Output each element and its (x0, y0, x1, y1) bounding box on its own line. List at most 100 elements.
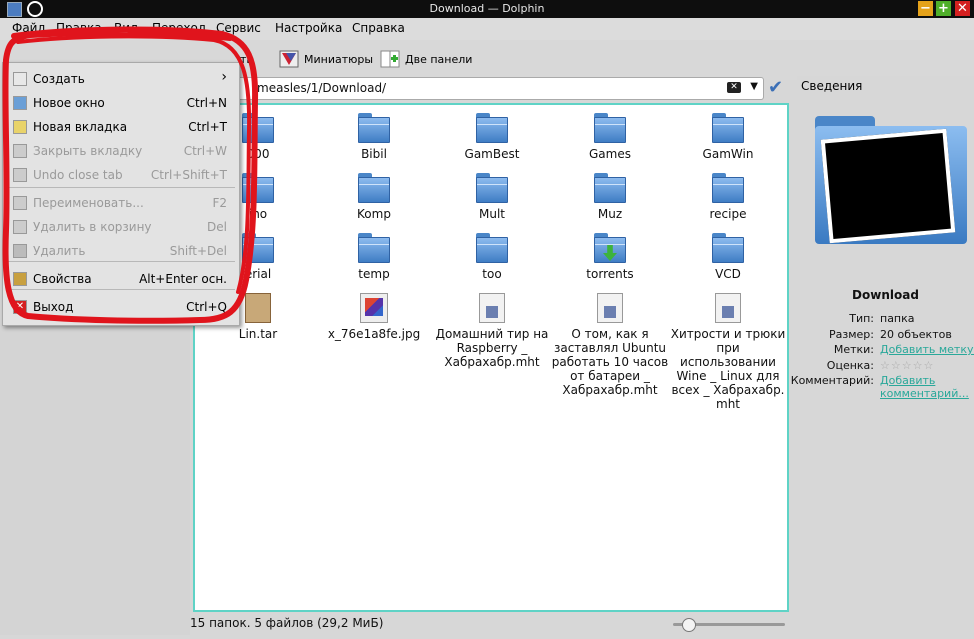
folder-icon (712, 173, 744, 203)
preview-button[interactable]: Миниатюры (279, 48, 373, 70)
split-view-label: Две панели (405, 52, 473, 66)
file-menu-item-4: Undo close tab Ctrl+Shift+T (3, 165, 239, 185)
menu-edit[interactable]: Правка (56, 21, 102, 35)
info-size-label: Размер: (829, 328, 874, 341)
file-menu-item-3: Закрыть вкладку Ctrl+W (3, 141, 239, 161)
menu-separator (7, 187, 235, 188)
menu-file[interactable]: Файл (12, 21, 45, 35)
info-rating-label: Оценка: (826, 359, 874, 372)
image-file-icon (360, 293, 388, 323)
file-name: recipe (709, 207, 747, 221)
file-item[interactable]: x_76e1a8fe.jpg (315, 293, 433, 341)
file-menu-label: Свойства (33, 272, 92, 286)
menu-separator (7, 289, 235, 290)
file-menu-label: Выход (33, 300, 74, 314)
file-menu-label: Переименовать... (33, 196, 144, 210)
file-menu-shortcut: Shift+Del (169, 244, 227, 258)
chevron-down-icon[interactable]: ▼ (750, 81, 758, 92)
folder-icon (594, 113, 626, 143)
file-name: Lin.tar (238, 327, 278, 341)
file-menu-shortcut: Ctrl+Shift+T (150, 168, 227, 182)
file-menu-shortcut: Alt+Enter осн. (139, 272, 227, 286)
file-name: temp (358, 267, 390, 281)
menubar: Файл Правка Вид Переход Сервис Настройка… (0, 18, 974, 40)
clear-location-icon[interactable]: ✕ (727, 82, 741, 93)
file-menu-shortcut: F2 (212, 196, 227, 210)
folder-preview (815, 116, 967, 244)
file-item[interactable]: too (433, 233, 551, 281)
file-menu-item-1[interactable]: Новое окно Ctrl+N (3, 93, 239, 113)
file-item[interactable]: О том, как я заставлял Ubuntu работать 1… (551, 293, 669, 397)
folder-icon (476, 113, 508, 143)
file-name: Muz (597, 207, 623, 221)
file-item[interactable]: temp (315, 233, 433, 281)
file-menu-item-2[interactable]: Новая вкладка Ctrl+T (3, 117, 239, 137)
folder-icon (712, 113, 744, 143)
title-bar: Download — Dolphin − + ✕ (0, 0, 974, 18)
window-title: Download — Dolphin (429, 2, 545, 15)
file-menu-label: Удалить в корзину (33, 220, 152, 234)
add-comment-link[interactable]: Добавить комментарий... (880, 374, 970, 400)
zoom-slider[interactable] (673, 618, 785, 632)
file-menu-label: Закрыть вкладку (33, 144, 143, 158)
add-tags-link[interactable]: Добавить метку... (880, 343, 974, 356)
file-item[interactable]: Mult (433, 173, 551, 221)
dolphin-window: Файл Правка Вид Переход Сервис Настройка… (0, 18, 974, 639)
file-menu-label: Создать (33, 72, 85, 86)
preview-label: Миниатюры (304, 52, 374, 66)
new-window-icon (13, 96, 27, 110)
split-view-button[interactable]: Две панели (380, 48, 472, 70)
file-item[interactable]: VCD (669, 233, 787, 281)
folder-icon (358, 173, 390, 203)
close-button[interactable]: ✕ (955, 1, 970, 16)
undo-icon (13, 168, 27, 182)
file-item[interactable]: torrents (551, 233, 669, 281)
file-name: too (482, 267, 502, 281)
document-file-icon (715, 293, 741, 323)
folder-icon (358, 113, 390, 143)
go-checkmark-icon[interactable]: ✔ (768, 78, 788, 98)
file-menu-item-0[interactable]: Создать › (3, 69, 239, 89)
file-item[interactable]: GamWin (669, 113, 787, 161)
file-name: torrents (586, 267, 634, 281)
file-menu-label: Удалить (33, 244, 86, 258)
file-name: GamBest (464, 147, 520, 161)
file-menu-shortcut: Ctrl+T (188, 120, 227, 134)
split-button[interactable]: ти (240, 48, 254, 70)
chevron-right-icon: › (221, 69, 227, 85)
file-menu-label: Новое окно (33, 96, 105, 110)
file-menu-item-7: Удалить Shift+Del (3, 241, 239, 261)
folder-icon (358, 233, 390, 263)
file-item[interactable]: Bibil (315, 113, 433, 161)
file-item[interactable]: Домашний тир на Raspberry _ Хабрахабр.mh… (433, 293, 551, 369)
file-item[interactable]: Хитрости и трюки при использовании Wine … (669, 293, 787, 411)
file-menu-shortcut: Del (207, 220, 227, 234)
menu-tools[interactable]: Сервис (216, 21, 261, 35)
menu-view[interactable]: Вид (114, 21, 138, 35)
new-tab-icon (13, 120, 27, 134)
file-menu-shortcut: Ctrl+Q (186, 300, 227, 314)
archive-file-icon (245, 293, 271, 323)
menu-settings[interactable]: Настройка (275, 21, 342, 35)
file-name: Komp (357, 207, 391, 221)
file-menu-item-9[interactable]: ✕ Выход Ctrl+Q (3, 297, 239, 317)
file-item[interactable]: GamBest (433, 113, 551, 161)
file-item[interactable]: recipe (669, 173, 787, 221)
rating-stars[interactable]: ☆☆☆☆☆ (880, 359, 934, 372)
info-comment-label: Комментарий: (790, 374, 874, 387)
file-item[interactable]: Games (551, 113, 669, 161)
file-menu-item-5: Переименовать... F2 (3, 193, 239, 213)
maximize-button[interactable]: + (936, 1, 951, 16)
file-menu-item-8[interactable]: Свойства Alt+Enter осн. (3, 269, 239, 289)
file-item[interactable]: Komp (315, 173, 433, 221)
menu-help[interactable]: Справка (352, 21, 405, 35)
file-view[interactable]: 000 Bibil GamBest Games GamWin ino Komp Mult Muz… (193, 103, 789, 612)
trash-icon (13, 220, 27, 234)
file-item[interactable]: Muz (551, 173, 669, 221)
minimize-button[interactable]: − (918, 1, 933, 16)
preview-image (820, 128, 956, 244)
zoom-slider-knob[interactable] (681, 618, 696, 632)
menu-go[interactable]: Переход (152, 21, 206, 35)
preview-icon (279, 50, 299, 68)
location-bar[interactable]: /measles/1/Download/ ✕ ▼ (192, 77, 764, 100)
